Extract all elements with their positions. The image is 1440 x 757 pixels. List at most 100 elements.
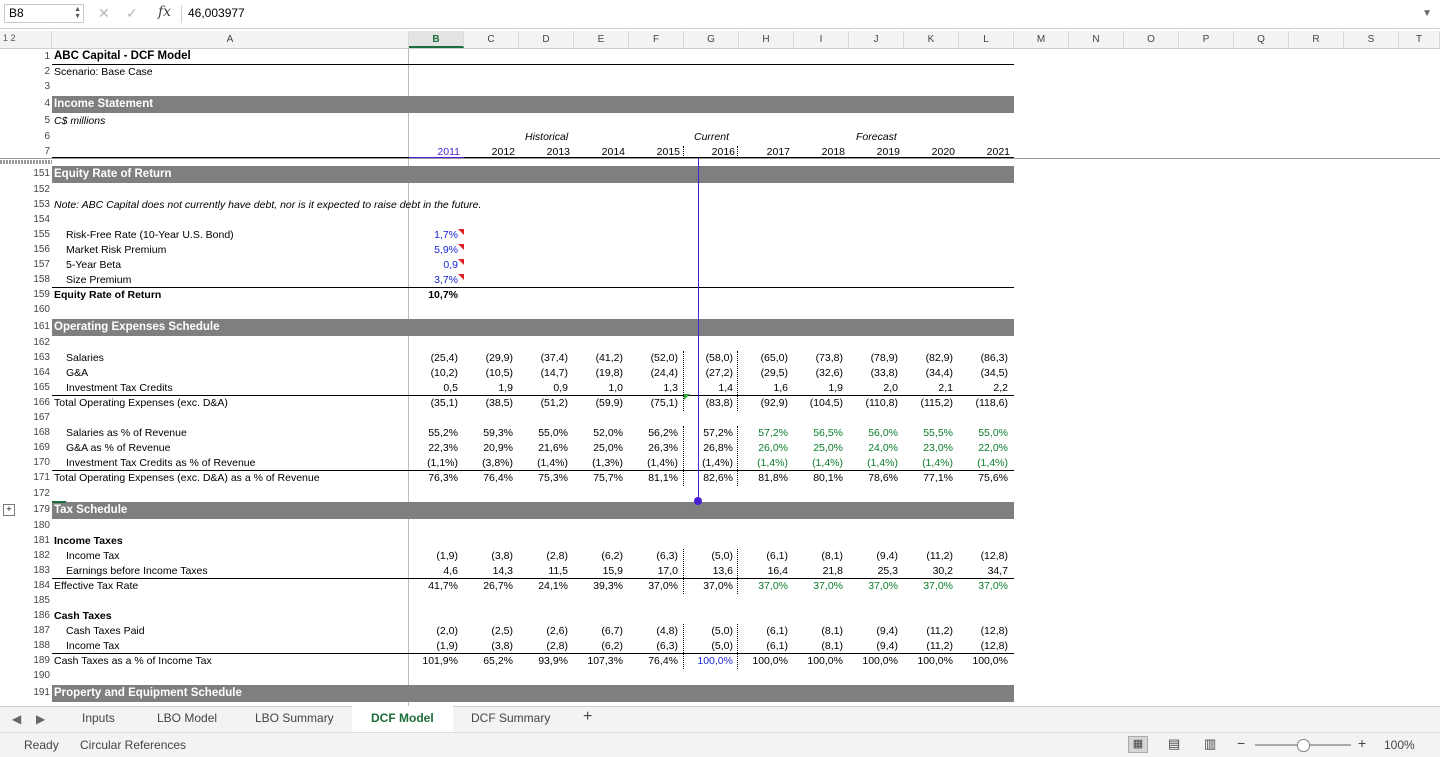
investment-tax-credits-cell[interactable]: 1,0 [574,382,623,394]
investment-tax-credits-cell[interactable]: 1,9 [794,382,843,394]
itc-pct-cell[interactable]: (1,1%) [409,457,458,469]
salaries-cell[interactable]: (82,9) [904,352,953,364]
effective-tax-rate-cell[interactable]: 37,0% [629,580,678,592]
income-tax-cell[interactable]: (1,9) [409,550,458,562]
salaries-pct-cell[interactable]: 52,0% [574,427,623,439]
row-header[interactable]: 153 [14,199,50,210]
income-tax-2-cell[interactable]: (2,8) [519,640,568,652]
g-and-a-cell[interactable]: (34,4) [904,367,953,379]
row-header[interactable]: 4 [14,98,50,109]
column-header-i[interactable]: I [794,31,849,48]
row-header[interactable]: 158 [14,274,50,285]
cancel-icon[interactable]: ✕ [98,5,110,22]
total-opex-pct-cell[interactable]: 75,3% [519,472,568,484]
cash-taxes-paid-cell[interactable]: (4,8) [629,625,678,637]
row-header[interactable]: 1 [14,51,50,62]
row-header[interactable]: 160 [14,304,50,315]
salaries-cell[interactable]: (29,9) [464,352,513,364]
cash-tax-pct-cell[interactable]: 100,0% [849,655,898,667]
cash-tax-pct-cell[interactable]: 65,2% [464,655,513,667]
investment-tax-credits-cell[interactable]: 1,4 [684,382,733,394]
income-tax-2-cell[interactable]: (6,3) [629,640,678,652]
total-opex-cell[interactable]: (92,9) [739,397,788,409]
row-header[interactable]: 191 [14,687,50,698]
row-header[interactable]: 179 [14,504,50,515]
salaries-cell[interactable]: (73,8) [794,352,843,364]
row-header[interactable]: 170 [14,457,50,468]
comment-indicator[interactable] [458,274,464,280]
salaries-pct-cell[interactable]: 56,2% [629,427,678,439]
total-opex-pct-cell[interactable]: 78,6% [849,472,898,484]
row-header[interactable]: 159 [14,289,50,300]
row-header[interactable]: 155 [14,229,50,240]
total-opex-pct-cell[interactable]: 75,7% [574,472,623,484]
ebt-cell[interactable]: 21,8 [794,565,843,577]
income-tax-2-cell[interactable]: (6,1) [739,640,788,652]
salaries-cell[interactable]: (25,4) [409,352,458,364]
g-and-a-cell[interactable]: (34,5) [959,367,1008,379]
ebt-cell[interactable]: 16,4 [739,565,788,577]
investment-tax-credits-cell[interactable]: 2,1 [904,382,953,394]
g-and-a-cell[interactable]: (27,2) [684,367,733,379]
total-opex-pct-cell[interactable]: 75,6% [959,472,1008,484]
zoom-in-icon[interactable]: + [1358,735,1366,751]
investment-tax-credits-cell[interactable]: 2,2 [959,382,1008,394]
row-header[interactable]: 151 [14,168,50,179]
row-header[interactable]: 165 [14,382,50,393]
itc-pct-cell[interactable]: (1,4%) [849,457,898,469]
income-tax-cell[interactable]: (3,8) [464,550,513,562]
column-header-g[interactable]: G [684,31,739,48]
cash-tax-pct-cell[interactable]: 100,0% [904,655,953,667]
column-header-a[interactable]: A [52,31,409,48]
tab-dcf-model[interactable]: DCF Model [371,711,434,725]
effective-tax-rate-cell[interactable]: 37,0% [904,580,953,592]
income-tax-cell[interactable]: (9,4) [849,550,898,562]
row-header[interactable]: 187 [14,625,50,636]
salaries-cell[interactable]: (41,2) [574,352,623,364]
income-tax-cell[interactable]: (11,2) [904,550,953,562]
comment-indicator[interactable] [458,229,464,235]
g-and-a-pct-cell[interactable]: 20,9% [464,442,513,454]
g-and-a-cell[interactable]: (29,5) [739,367,788,379]
outline-level-buttons[interactable]: 1 2 [3,33,16,43]
row-header[interactable]: 188 [14,640,50,651]
cash-tax-pct-cell[interactable]: 101,9% [409,655,458,667]
function-icon[interactable]: fx [158,4,171,20]
salaries-pct-cell[interactable]: 55,0% [959,427,1008,439]
formula-input[interactable]: 46,003977 [188,6,245,20]
income-tax-2-cell[interactable]: (11,2) [904,640,953,652]
itc-pct-cell[interactable]: (1,4%) [684,457,733,469]
row-header[interactable]: 157 [14,259,50,270]
risk-free-input[interactable]: 1,7% [409,229,458,241]
cash-tax-pct-cell[interactable]: 76,4% [629,655,678,667]
row-header[interactable]: 172 [14,488,50,499]
g-and-a-pct-cell[interactable]: 21,6% [519,442,568,454]
income-tax-cell[interactable]: (6,2) [574,550,623,562]
income-tax-2-cell[interactable]: (6,2) [574,640,623,652]
g-and-a-cell[interactable]: (14,7) [519,367,568,379]
ebt-cell[interactable]: 14,3 [464,565,513,577]
g-and-a-pct-cell[interactable]: 22,3% [409,442,458,454]
row-header[interactable]: 167 [14,412,50,423]
cash-taxes-paid-cell[interactable]: (11,2) [904,625,953,637]
cash-taxes-paid-cell[interactable]: (2,5) [464,625,513,637]
column-header-b[interactable]: B [409,31,464,48]
total-opex-cell[interactable]: (110,8) [849,397,899,409]
row-header[interactable]: 190 [14,670,50,681]
salaries-pct-cell[interactable]: 57,2% [739,427,788,439]
itc-pct-cell[interactable]: (1,4%) [629,457,678,469]
salaries-pct-cell[interactable]: 59,3% [464,427,513,439]
ebt-cell[interactable]: 30,2 [904,565,953,577]
cash-taxes-paid-cell[interactable]: (12,8) [959,625,1008,637]
effective-tax-rate-cell[interactable]: 37,0% [794,580,843,592]
row-header[interactable]: 7 [14,146,50,157]
scroll-right-icon[interactable]: ▶ [36,712,45,726]
g-and-a-cell[interactable]: (32,6) [794,367,843,379]
row-header[interactable]: 171 [14,472,50,483]
name-box[interactable]: B8 ▲ ▼ [4,4,84,23]
add-sheet-button[interactable]: + [583,708,592,726]
income-tax-2-cell[interactable]: (8,1) [794,640,843,652]
tab-inputs[interactable]: Inputs [82,711,115,725]
itc-pct-cell[interactable]: (3,8%) [464,457,513,469]
cash-tax-pct-cell[interactable]: 93,9% [519,655,568,667]
